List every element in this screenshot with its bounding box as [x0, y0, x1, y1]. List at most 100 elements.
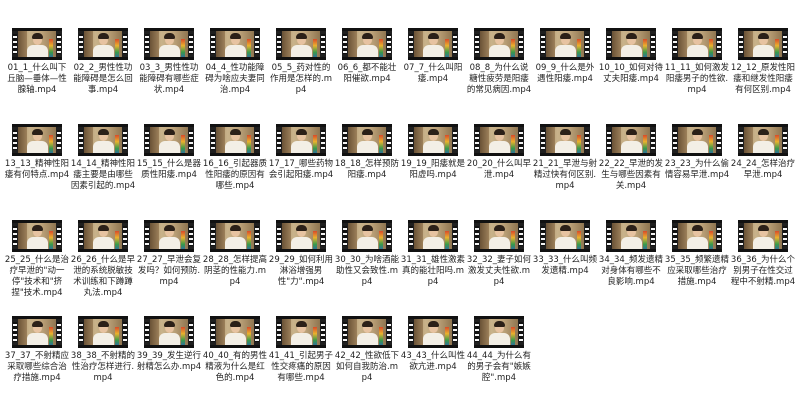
- file-item[interactable]: 35_35_频繁遗精应采取哪些治疗措施.mp4: [664, 220, 730, 316]
- video-thumbnail-icon: [78, 316, 128, 348]
- file-name: 23_23_为什么偷情容易早泄.mp4: [664, 159, 730, 180]
- video-thumbnail-icon: [276, 124, 326, 156]
- file-item[interactable]: 42_42_性欲低下如何自我防治.mp4: [334, 316, 400, 412]
- file-item[interactable]: 37_37_不射精应采取哪些综合治疗措施.mp4: [4, 316, 70, 412]
- video-thumbnail-icon: [672, 220, 722, 252]
- file-item[interactable]: 10_10_如何对待丈夫阳痿.mp4: [598, 28, 664, 124]
- video-thumbnail-icon: [606, 124, 656, 156]
- video-thumbnail-icon: [606, 28, 656, 60]
- video-thumbnail-icon: [474, 28, 524, 60]
- file-name: 24_24_怎样治疗早泄.mp4: [730, 159, 796, 180]
- file-item[interactable]: 16_16_引起器质性阳痿的原因有哪些.mp4: [202, 124, 268, 220]
- file-name: 39_39_发生逆行射精怎么办.mp4: [136, 351, 202, 372]
- file-name: 25_25_什么是治疗早泄的"动一停"技术和"挤捏"技术.mp4: [4, 255, 70, 298]
- file-item[interactable]: 22_22_早泄的发生与哪些因素有关.mp4: [598, 124, 664, 220]
- file-name: 15_15_什么是器质性阳痿.mp4: [136, 159, 202, 180]
- file-item[interactable]: 29_29_如何利用淋浴增强男性"力".mp4: [268, 220, 334, 316]
- file-item[interactable]: 34_34_频发遗精对身体有哪些不良影响.mp4: [598, 220, 664, 316]
- file-item[interactable]: 44_44_为什么有的男子会有"嫉嫉腔".mp4: [466, 316, 532, 412]
- file-item[interactable]: 28_28_怎样提高阴茎的性能力.mp4: [202, 220, 268, 316]
- file-name: 41_41_引起男子性交疼痛的原因有哪些.mp4: [268, 351, 334, 383]
- file-name: 18_18_怎样预防阳痿.mp4: [334, 159, 400, 180]
- file-item[interactable]: 30_30_为啥酒能助性又会致性.mp4: [334, 220, 400, 316]
- file-item[interactable]: 04_4_性功能障碍为啥应夫妻同治.mp4: [202, 28, 268, 124]
- file-name: 07_7_什么叫阳痿.mp4: [403, 63, 463, 84]
- file-item[interactable]: 13_13_精神性阳痿有何特点.mp4: [4, 124, 70, 220]
- file-name: 19_19_阳痿就是阳虚吗.mp4: [400, 159, 466, 180]
- file-item[interactable]: 14_14_精神性阳痿主要是由哪些因素引起的.mp4: [70, 124, 136, 220]
- video-thumbnail-icon: [408, 28, 458, 60]
- video-thumbnail-icon: [540, 220, 590, 252]
- video-thumbnail-icon: [342, 220, 392, 252]
- file-name: 34_34_频发遗精对身体有哪些不良影响.mp4: [598, 255, 664, 287]
- file-item[interactable]: 19_19_阳痿就是阳虚吗.mp4: [400, 124, 466, 220]
- video-thumbnail-icon: [738, 124, 788, 156]
- file-item[interactable]: 38_38_不射精的性治疗怎样进行.mp4: [70, 316, 136, 412]
- video-thumbnail-icon: [540, 28, 590, 60]
- file-name: 16_16_引起器质性阳痿的原因有哪些.mp4: [202, 159, 268, 191]
- video-thumbnail-icon: [342, 124, 392, 156]
- file-item[interactable]: 26_26_什么是早泄的系统脱敏技术训练和下蹲蹲丸法.mp4: [70, 220, 136, 316]
- file-item[interactable]: 23_23_为什么偷情容易早泄.mp4: [664, 124, 730, 220]
- video-thumbnail-icon: [540, 124, 590, 156]
- file-name: 33_33_什么叫频发遗精.mp4: [532, 255, 598, 276]
- file-item[interactable]: 41_41_引起男子性交疼痛的原因有哪些.mp4: [268, 316, 334, 412]
- file-name: 30_30_为啥酒能助性又会致性.mp4: [334, 255, 400, 287]
- file-item[interactable]: 36_36_为什么个别男子在性交过程中不射精.mp4: [730, 220, 796, 316]
- file-item[interactable]: 25_25_什么是治疗早泄的"动一停"技术和"挤捏"技术.mp4: [4, 220, 70, 316]
- file-item[interactable]: 21_21_早泄与射精过快有何区别.mp4: [532, 124, 598, 220]
- file-item[interactable]: 31_31_雄性激素真的能壮阳吗.mp4: [400, 220, 466, 316]
- video-thumbnail-icon: [276, 220, 326, 252]
- file-name: 06_6_都不能壮阳催欲.mp4: [337, 63, 397, 84]
- video-thumbnail-icon: [342, 28, 392, 60]
- file-item[interactable]: 08_8_为什么说糖性疲劳是阳痿的常见病因.mp4: [466, 28, 532, 124]
- video-thumbnail-icon: [474, 220, 524, 252]
- file-item[interactable]: 02_2_男性性功能障碍是怎么回事.mp4: [70, 28, 136, 124]
- file-item[interactable]: 43_43_什么叫性欲亢进.mp4: [400, 316, 466, 412]
- file-item[interactable]: 12_12_原发性阳痿和继发性阳痿有何区别.mp4: [730, 28, 796, 124]
- file-name: 35_35_频繁遗精应采取哪些治疗措施.mp4: [664, 255, 730, 287]
- video-thumbnail-icon: [12, 220, 62, 252]
- file-item[interactable]: 11_11_如何激发阳痿男子的性欲.mp4: [664, 28, 730, 124]
- video-thumbnail-icon: [12, 124, 62, 156]
- file-item[interactable]: 09_9_什么是外遇性阳痿.mp4: [532, 28, 598, 124]
- video-thumbnail-icon: [738, 28, 788, 60]
- file-item[interactable]: 32_32_妻子如何激发丈夫性欲.mp4: [466, 220, 532, 316]
- file-item[interactable]: 33_33_什么叫频发遗精.mp4: [532, 220, 598, 316]
- file-item[interactable]: 24_24_怎样治疗早泄.mp4: [730, 124, 796, 220]
- file-item[interactable]: 03_3_男性性功能障碍有哪些症状.mp4: [136, 28, 202, 124]
- file-name: 37_37_不射精应采取哪些综合治疗措施.mp4: [4, 351, 70, 383]
- video-thumbnail-icon: [672, 28, 722, 60]
- file-item[interactable]: 07_7_什么叫阳痿.mp4: [400, 28, 466, 124]
- file-name: 31_31_雄性激素真的能壮阳吗.mp4: [400, 255, 466, 287]
- file-name: 17_17_哪些药物会引起阳痿.mp4: [268, 159, 334, 180]
- file-name: 03_3_男性性功能障碍有哪些症状.mp4: [139, 63, 199, 95]
- file-item[interactable]: 17_17_哪些药物会引起阳痿.mp4: [268, 124, 334, 220]
- file-item[interactable]: 18_18_怎样预防阳痿.mp4: [334, 124, 400, 220]
- file-item[interactable]: 40_40_有的男性精液为什么是红色的.mp4: [202, 316, 268, 412]
- file-name: 38_38_不射精的性治疗怎样进行.mp4: [70, 351, 136, 383]
- file-item[interactable]: 15_15_什么是器质性阳痿.mp4: [136, 124, 202, 220]
- file-item[interactable]: 20_20_什么叫早泄.mp4: [466, 124, 532, 220]
- file-name: 26_26_什么是早泄的系统脱敏技术训练和下蹲蹲丸法.mp4: [70, 255, 136, 298]
- video-thumbnail-icon: [474, 124, 524, 156]
- file-name: 08_8_为什么说糖性疲劳是阳痿的常见病因.mp4: [466, 63, 532, 95]
- file-item[interactable]: 06_6_都不能壮阳催欲.mp4: [334, 28, 400, 124]
- file-name: 42_42_性欲低下如何自我防治.mp4: [334, 351, 400, 383]
- file-item[interactable]: 27_27_早泄会复发吗？如何预防.mp4: [136, 220, 202, 316]
- file-name: 21_21_早泄与射精过快有何区别.mp4: [532, 159, 598, 191]
- file-name: 14_14_精神性阳痿主要是由哪些因素引起的.mp4: [70, 159, 136, 191]
- file-name: 11_11_如何激发阳痿男子的性欲.mp4: [664, 63, 730, 95]
- video-thumbnail-icon: [738, 220, 788, 252]
- file-name: 43_43_什么叫性欲亢进.mp4: [400, 351, 466, 372]
- video-thumbnail-icon: [276, 316, 326, 348]
- file-item[interactable]: 01_1_什么叫下丘脑—垂体—性腺轴.mp4: [4, 28, 70, 124]
- video-thumbnail-icon: [606, 220, 656, 252]
- video-thumbnail-icon: [78, 28, 128, 60]
- video-thumbnail-icon: [210, 316, 260, 348]
- video-thumbnail-icon: [144, 124, 194, 156]
- file-name: 12_12_原发性阳痿和继发性阳痿有何区别.mp4: [730, 63, 796, 95]
- file-item[interactable]: 05_5_药对性的作用是怎样的.mp4: [268, 28, 334, 124]
- video-thumbnail-icon: [210, 220, 260, 252]
- file-item[interactable]: 39_39_发生逆行射精怎么办.mp4: [136, 316, 202, 412]
